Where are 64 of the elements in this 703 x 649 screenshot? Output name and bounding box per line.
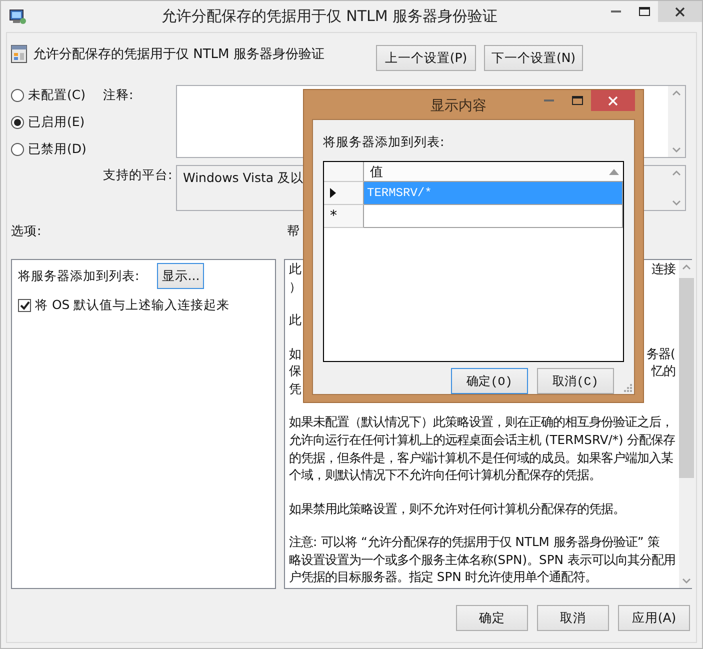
current-row-icon [330, 188, 336, 198]
scroll-up-icon[interactable] [672, 90, 681, 96]
help-text-fragment: 务器( [646, 346, 676, 363]
previous-setting-button[interactable]: 上一个设置(P) [376, 45, 476, 71]
help-label: 帮 [287, 223, 301, 240]
scroll-up-icon[interactable] [672, 170, 681, 176]
radio-label: 已启用(E) [28, 114, 85, 131]
cancel-button[interactable]: 取消(C) [537, 368, 614, 394]
help-text-fragment: 忆的 [651, 363, 676, 380]
close-icon[interactable] [675, 6, 685, 16]
dialog-label: 将服务器添加到列表: [323, 134, 446, 151]
scroll-down-icon[interactable] [682, 578, 692, 584]
maximize-icon[interactable] [638, 7, 650, 16]
computer-icon [9, 8, 27, 24]
help-text-line: 如果未配置（默认情况下）此策略设置，则在正确的相互身份验证之后， [289, 414, 673, 432]
help-text-line: 户凭据的目标服务器。指定 SPN 时允许使用单个通配符。 [289, 569, 598, 586]
cancel-button[interactable]: 取消 [537, 605, 609, 631]
setting-title: 允许分配保存的凭据用于仅 NTLM 服务器身份验证 [33, 46, 326, 63]
new-row-cell[interactable] [364, 205, 623, 228]
scroll-down-icon[interactable] [672, 200, 681, 206]
server-list-label: 将服务器添加到列表: [18, 268, 140, 284]
scroll-down-icon[interactable] [672, 147, 681, 153]
checkbox-label: 将 OS 默认值与上述输入连接起来 [35, 297, 230, 314]
resize-grip-icon[interactable] [624, 384, 632, 392]
radio-button[interactable] [11, 89, 24, 102]
radio-button[interactable] [11, 143, 24, 156]
checkbox[interactable] [18, 299, 31, 312]
ok-button[interactable]: 确定 [456, 605, 528, 631]
radio-label: 未配置(C) [28, 87, 86, 104]
policy-icon [11, 45, 27, 63]
help-text-line: 注意: 可以将 “允许分配保存的凭据用于仅 NTLM 服务器身份验证” 策 [289, 534, 660, 552]
apply-button[interactable]: 应用(A) [618, 605, 690, 631]
help-text-fragment: 保 [289, 363, 301, 380]
help-text-line: 允许向运行在任何计算机上的远程桌面会话主机 (TERMSRV/*) 分配保存 [289, 432, 676, 449]
radio-button[interactable] [11, 116, 24, 129]
help-text-line: 个域，则默认情况下不允许向任何计算机分配保存的凭据。 [289, 467, 601, 484]
scroll-up-icon[interactable] [682, 264, 692, 270]
help-text-fragment: 如 [289, 346, 301, 363]
radio-label: 已禁用(D) [28, 141, 86, 158]
scrollbar-thumb[interactable] [679, 278, 694, 478]
minimize-icon[interactable] [611, 10, 621, 13]
platform-label: 支持的平台: [103, 166, 174, 184]
comment-label: 注释: [103, 86, 134, 104]
close-button[interactable] [591, 90, 635, 111]
help-text-fragment: 此 [289, 312, 301, 330]
help-text-fragment: 此 [289, 261, 301, 278]
help-text-fragment: 连接 [651, 261, 676, 278]
new-row-marker: * [330, 208, 337, 224]
options-label: 选项: [11, 223, 42, 240]
sort-icon [609, 168, 619, 174]
check-icon [20, 301, 30, 310]
window-title: 允许分配保存的凭据用于仅 NTLM 服务器身份验证 [160, 7, 499, 26]
show-button[interactable]: 显示... [157, 263, 204, 289]
help-text-fragment: 凭 [289, 380, 301, 398]
help-text-line: 如果禁用此策略设置，则不允许对任何计算机分配保存的凭据。 [289, 500, 625, 518]
ok-button[interactable]: 确定(O) [451, 368, 528, 394]
help-text-line: 略设置设置为一个或多个服务主体名称(SPN)。SPN 表示可以向其分配用 [289, 552, 676, 569]
dialog-title: 显示内容 [430, 97, 488, 115]
help-text-line: 的凭据，但条件是，客户端计算机不是任何域的成员。如果客户端加入某 [289, 450, 673, 467]
next-setting-button[interactable]: 下一个设置(N) [484, 45, 583, 71]
maximize-icon[interactable] [572, 96, 582, 105]
close-button[interactable] [658, 1, 702, 22]
platform-text: Windows Vista 及以 [183, 170, 304, 187]
help-text-fragment: ） [289, 278, 301, 296]
